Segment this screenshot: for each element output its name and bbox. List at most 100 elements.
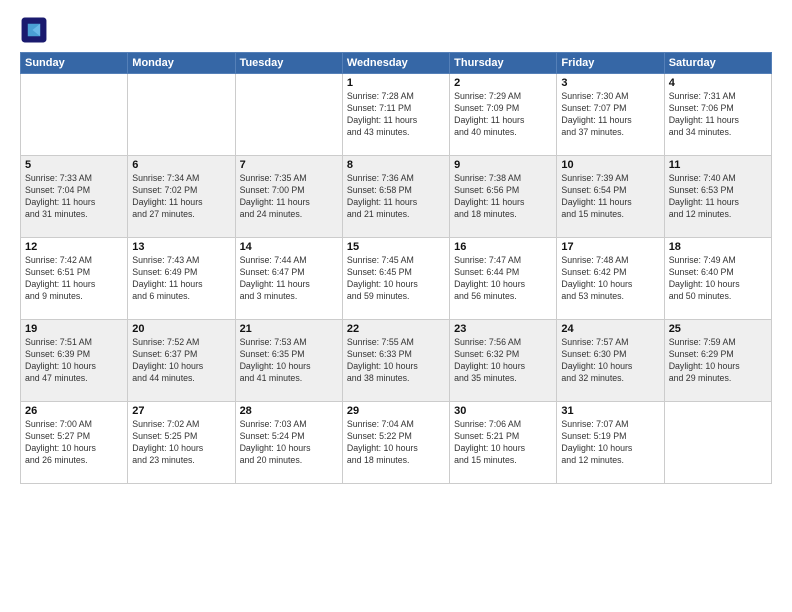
cell-date: 12 <box>25 241 123 253</box>
cell-date: 31 <box>561 405 659 417</box>
cell-info: Sunrise: 7:04 AM Sunset: 5:22 PM Dayligh… <box>347 419 445 467</box>
weekday-header-friday: Friday <box>557 53 664 74</box>
cell-info: Sunrise: 7:53 AM Sunset: 6:35 PM Dayligh… <box>240 337 338 385</box>
cell-info: Sunrise: 7:48 AM Sunset: 6:42 PM Dayligh… <box>561 255 659 303</box>
calendar-cell: 14 Sunrise: 7:44 AM Sunset: 6:47 PM Dayli… <box>235 238 342 320</box>
calendar-cell: 11 Sunrise: 7:40 AM Sunset: 6:53 PM Dayli… <box>664 156 771 238</box>
calendar-cell: 9 Sunrise: 7:38 AM Sunset: 6:56 PM Daylig… <box>450 156 557 238</box>
cell-date: 26 <box>25 405 123 417</box>
cell-date: 5 <box>25 159 123 171</box>
cell-date: 10 <box>561 159 659 171</box>
weekday-header-thursday: Thursday <box>450 53 557 74</box>
calendar-cell: 13 Sunrise: 7:43 AM Sunset: 6:49 PM Dayli… <box>128 238 235 320</box>
cell-date: 23 <box>454 323 552 335</box>
calendar-cell: 17 Sunrise: 7:48 AM Sunset: 6:42 PM Dayli… <box>557 238 664 320</box>
calendar-cell: 15 Sunrise: 7:45 AM Sunset: 6:45 PM Dayli… <box>342 238 449 320</box>
cell-info: Sunrise: 7:56 AM Sunset: 6:32 PM Dayligh… <box>454 337 552 385</box>
calendar-cell: 30 Sunrise: 7:06 AM Sunset: 5:21 PM Dayli… <box>450 402 557 484</box>
cell-date: 29 <box>347 405 445 417</box>
calendar-cell: 4 Sunrise: 7:31 AM Sunset: 7:06 PM Daylig… <box>664 74 771 156</box>
cell-date: 20 <box>132 323 230 335</box>
calendar-week-2: 5Sunrise: 7:33 AM Sunset: 7:04 PM Daylig… <box>21 156 772 238</box>
calendar-cell: 23 Sunrise: 7:56 AM Sunset: 6:32 PM Dayli… <box>450 320 557 402</box>
cell-info: Sunrise: 7:06 AM Sunset: 5:21 PM Dayligh… <box>454 419 552 467</box>
cell-date: 14 <box>240 241 338 253</box>
cell-info: Sunrise: 7:47 AM Sunset: 6:44 PM Dayligh… <box>454 255 552 303</box>
cell-info: Sunrise: 7:40 AM Sunset: 6:53 PM Dayligh… <box>669 173 767 221</box>
calendar-cell <box>128 74 235 156</box>
cell-info: Sunrise: 7:28 AM Sunset: 7:11 PM Dayligh… <box>347 91 445 139</box>
cell-info: Sunrise: 7:30 AM Sunset: 7:07 PM Dayligh… <box>561 91 659 139</box>
cell-info: Sunrise: 7:44 AM Sunset: 6:47 PM Dayligh… <box>240 255 338 303</box>
calendar-cell: 7 Sunrise: 7:35 AM Sunset: 7:00 PM Daylig… <box>235 156 342 238</box>
calendar-cell: 21 Sunrise: 7:53 AM Sunset: 6:35 PM Dayli… <box>235 320 342 402</box>
cell-info: Sunrise: 7:31 AM Sunset: 7:06 PM Dayligh… <box>669 91 767 139</box>
cell-date: 1 <box>347 77 445 89</box>
cell-info: Sunrise: 7:42 AM Sunset: 6:51 PM Dayligh… <box>25 255 123 303</box>
calendar-cell: 24Sunrise: 7:57 AM Sunset: 6:30 PM Dayli… <box>557 320 664 402</box>
calendar-cell: 5Sunrise: 7:33 AM Sunset: 7:04 PM Daylig… <box>21 156 128 238</box>
page: SundayMondayTuesdayWednesdayThursdayFrid… <box>0 0 792 612</box>
cell-info: Sunrise: 7:29 AM Sunset: 7:09 PM Dayligh… <box>454 91 552 139</box>
cell-info: Sunrise: 7:43 AM Sunset: 6:49 PM Dayligh… <box>132 255 230 303</box>
calendar-cell: 25 Sunrise: 7:59 AM Sunset: 6:29 PM Dayli… <box>664 320 771 402</box>
calendar-cell: 6 Sunrise: 7:34 AM Sunset: 7:02 PM Daylig… <box>128 156 235 238</box>
cell-info: Sunrise: 7:02 AM Sunset: 5:25 PM Dayligh… <box>132 419 230 467</box>
cell-date: 17 <box>561 241 659 253</box>
calendar-cell <box>235 74 342 156</box>
cell-date: 8 <box>347 159 445 171</box>
calendar-table: SundayMondayTuesdayWednesdayThursdayFrid… <box>20 52 772 484</box>
weekday-header-tuesday: Tuesday <box>235 53 342 74</box>
cell-date: 18 <box>669 241 767 253</box>
weekday-header-sunday: Sunday <box>21 53 128 74</box>
weekday-header-saturday: Saturday <box>664 53 771 74</box>
weekday-header-row: SundayMondayTuesdayWednesdayThursdayFrid… <box>21 53 772 74</box>
cell-info: Sunrise: 7:45 AM Sunset: 6:45 PM Dayligh… <box>347 255 445 303</box>
calendar-cell: 2 Sunrise: 7:29 AM Sunset: 7:09 PM Daylig… <box>450 74 557 156</box>
cell-info: Sunrise: 7:59 AM Sunset: 6:29 PM Dayligh… <box>669 337 767 385</box>
cell-info: Sunrise: 7:57 AM Sunset: 6:30 PM Dayligh… <box>561 337 659 385</box>
calendar-cell: 28 Sunrise: 7:03 AM Sunset: 5:24 PM Dayli… <box>235 402 342 484</box>
cell-date: 7 <box>240 159 338 171</box>
weekday-header-wednesday: Wednesday <box>342 53 449 74</box>
cell-date: 11 <box>669 159 767 171</box>
calendar-cell: 1 Sunrise: 7:28 AM Sunset: 7:11 PM Daylig… <box>342 74 449 156</box>
cell-date: 9 <box>454 159 552 171</box>
calendar-cell: 29 Sunrise: 7:04 AM Sunset: 5:22 PM Dayli… <box>342 402 449 484</box>
cell-date: 30 <box>454 405 552 417</box>
cell-date: 16 <box>454 241 552 253</box>
calendar-cell <box>664 402 771 484</box>
cell-date: 22 <box>347 323 445 335</box>
cell-date: 21 <box>240 323 338 335</box>
cell-date: 28 <box>240 405 338 417</box>
calendar-cell: 27 Sunrise: 7:02 AM Sunset: 5:25 PM Dayli… <box>128 402 235 484</box>
cell-date: 6 <box>132 159 230 171</box>
calendar-cell: 31 Sunrise: 7:07 AM Sunset: 5:19 PM Dayli… <box>557 402 664 484</box>
cell-date: 4 <box>669 77 767 89</box>
cell-date: 2 <box>454 77 552 89</box>
logo <box>20 16 52 44</box>
cell-date: 27 <box>132 405 230 417</box>
cell-date: 25 <box>669 323 767 335</box>
cell-info: Sunrise: 7:35 AM Sunset: 7:00 PM Dayligh… <box>240 173 338 221</box>
cell-date: 13 <box>132 241 230 253</box>
cell-info: Sunrise: 7:55 AM Sunset: 6:33 PM Dayligh… <box>347 337 445 385</box>
calendar-cell: 20Sunrise: 7:52 AM Sunset: 6:37 PM Dayli… <box>128 320 235 402</box>
calendar-cell: 22 Sunrise: 7:55 AM Sunset: 6:33 PM Dayli… <box>342 320 449 402</box>
cell-info: Sunrise: 7:38 AM Sunset: 6:56 PM Dayligh… <box>454 173 552 221</box>
calendar-cell: 3Sunrise: 7:30 AM Sunset: 7:07 PM Daylig… <box>557 74 664 156</box>
calendar-cell <box>21 74 128 156</box>
cell-date: 15 <box>347 241 445 253</box>
calendar-week-3: 12 Sunrise: 7:42 AM Sunset: 6:51 PM Dayli… <box>21 238 772 320</box>
cell-info: Sunrise: 7:07 AM Sunset: 5:19 PM Dayligh… <box>561 419 659 467</box>
header <box>20 16 772 44</box>
calendar-cell: 26Sunrise: 7:00 AM Sunset: 5:27 PM Dayli… <box>21 402 128 484</box>
cell-info: Sunrise: 7:34 AM Sunset: 7:02 PM Dayligh… <box>132 173 230 221</box>
calendar-cell: 16 Sunrise: 7:47 AM Sunset: 6:44 PM Dayli… <box>450 238 557 320</box>
calendar-week-5: 26Sunrise: 7:00 AM Sunset: 5:27 PM Dayli… <box>21 402 772 484</box>
cell-info: Sunrise: 7:03 AM Sunset: 5:24 PM Dayligh… <box>240 419 338 467</box>
calendar-cell: 18Sunrise: 7:49 AM Sunset: 6:40 PM Dayli… <box>664 238 771 320</box>
cell-info: Sunrise: 7:51 AM Sunset: 6:39 PM Dayligh… <box>25 337 123 385</box>
calendar-week-4: 19Sunrise: 7:51 AM Sunset: 6:39 PM Dayli… <box>21 320 772 402</box>
calendar-cell: 8Sunrise: 7:36 AM Sunset: 6:58 PM Daylig… <box>342 156 449 238</box>
